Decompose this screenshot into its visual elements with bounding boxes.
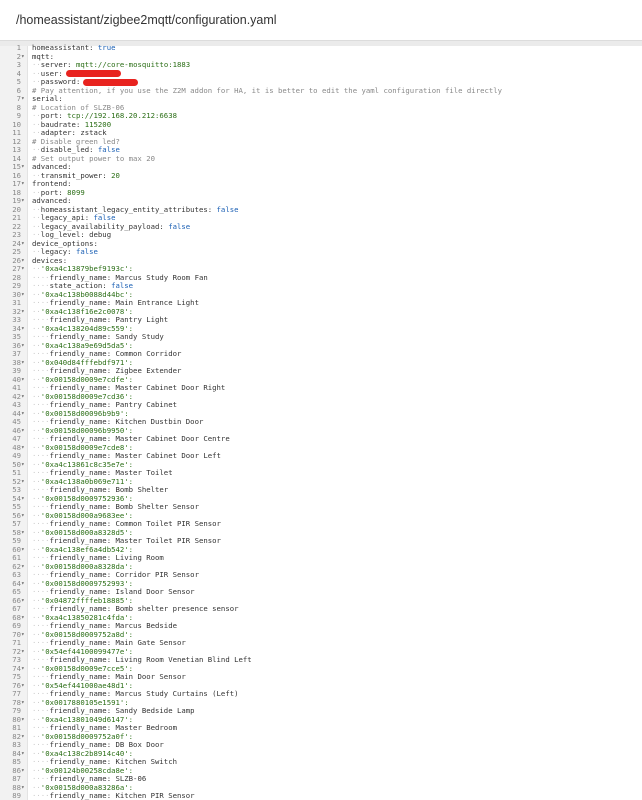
fold-toggle-icon[interactable]: ▾ bbox=[21, 597, 27, 606]
code-text: ····friendly_name: Kitchen PIR Sensor bbox=[32, 791, 195, 800]
fold-toggle-icon[interactable]: ▾ bbox=[21, 342, 27, 351]
fold-toggle-icon[interactable]: ▾ bbox=[21, 257, 27, 266]
fold-toggle-icon[interactable]: ▾ bbox=[21, 716, 27, 725]
code-line[interactable]: 1 homeassistant: true bbox=[0, 43, 642, 53]
fold-toggle-icon[interactable]: ▾ bbox=[21, 665, 27, 674]
fold-toggle-icon[interactable]: ▾ bbox=[21, 359, 27, 368]
line-number: 89 bbox=[12, 791, 21, 800]
code-line[interactable]: 3 ··server: mqtt://core-mosquitto:1883 bbox=[0, 60, 642, 70]
fold-toggle-icon[interactable]: ▾ bbox=[21, 180, 27, 189]
fold-toggle-icon[interactable]: ▾ bbox=[21, 444, 27, 453]
fold-toggle-icon[interactable]: ▾ bbox=[21, 197, 27, 206]
fold-toggle-icon[interactable]: ▾ bbox=[21, 410, 27, 419]
fold-toggle-icon[interactable]: ▾ bbox=[21, 495, 27, 504]
fold-toggle-icon[interactable]: ▾ bbox=[21, 784, 27, 793]
file-path: /homeassistant/zigbee2mqtt/configuration… bbox=[16, 13, 277, 27]
yaml-value: mqtt://core-mosquitto:1883 bbox=[71, 60, 191, 69]
fold-toggle-icon[interactable]: ▾ bbox=[21, 265, 27, 274]
fold-toggle-icon[interactable]: ▾ bbox=[21, 291, 27, 300]
yaml-value: false bbox=[163, 221, 191, 231]
indent-guide: ···· bbox=[32, 791, 50, 800]
redaction-mark bbox=[65, 70, 121, 77]
fold-toggle-icon[interactable]: ▾ bbox=[21, 563, 27, 572]
fold-toggle-icon[interactable]: ▾ bbox=[21, 648, 27, 657]
yaml-value: Kitchen PIR Sensor bbox=[111, 791, 195, 800]
code-line[interactable]: 6 # Pay attention, if you use the Z2M add… bbox=[0, 85, 642, 96]
code-text: # Pay attention, if you use the Z2M addo… bbox=[32, 85, 503, 96]
fold-toggle-icon[interactable]: ▾ bbox=[21, 733, 27, 742]
redaction-mark bbox=[83, 78, 139, 86]
file-path-header: /homeassistant/zigbee2mqtt/configuration… bbox=[0, 0, 642, 41]
code-line[interactable]: 25 ··legacy: false bbox=[0, 247, 642, 257]
yaml-value: false bbox=[212, 204, 239, 214]
fold-toggle-icon[interactable]: ▾ bbox=[21, 546, 27, 555]
fold-toggle-icon[interactable]: ▾ bbox=[21, 53, 27, 62]
fold-toggle-icon[interactable]: ▾ bbox=[21, 308, 27, 317]
yaml-value: true bbox=[93, 43, 116, 52]
yaml-value: Marcus Study Curtains (Left) bbox=[111, 689, 239, 698]
code-line[interactable]: 14 # Set output power to max 20 bbox=[0, 154, 642, 164]
yaml-key: friendly_name: bbox=[49, 791, 112, 800]
code-line[interactable]: 18 ··port: 8099 bbox=[0, 188, 642, 198]
fold-toggle-icon[interactable]: ▾ bbox=[21, 163, 27, 172]
fold-toggle-icon[interactable]: ▾ bbox=[21, 580, 27, 589]
fold-toggle-icon[interactable]: ▾ bbox=[21, 240, 27, 249]
fold-toggle-icon[interactable]: ▾ bbox=[21, 699, 27, 708]
yaml-comment: # Pay attention, if you use the Z2M addo… bbox=[32, 85, 503, 95]
fold-toggle-icon[interactable]: ▾ bbox=[21, 376, 27, 385]
fold-toggle-icon[interactable]: ▾ bbox=[21, 461, 27, 470]
yaml-value: 20 bbox=[106, 170, 120, 180]
fold-toggle-icon[interactable]: ▾ bbox=[21, 682, 27, 691]
code-line[interactable]: 16 ··transmit_power: 20 bbox=[0, 170, 642, 181]
code-line[interactable]: 4 ··user: bbox=[0, 69, 642, 79]
fold-toggle-icon[interactable]: ▾ bbox=[21, 750, 27, 759]
yaml-value: false bbox=[71, 247, 98, 256]
fold-toggle-icon[interactable]: ▾ bbox=[21, 478, 27, 487]
fold-toggle-icon[interactable]: ▾ bbox=[21, 325, 27, 334]
fold-toggle-icon[interactable]: ▾ bbox=[21, 529, 27, 538]
fold-toggle-icon[interactable]: ▾ bbox=[21, 767, 27, 776]
code-line[interactable]: 17 ▾ frontend: bbox=[0, 179, 642, 189]
fold-toggle-icon[interactable]: ▾ bbox=[21, 95, 27, 104]
code-editor[interactable]: 1 homeassistant: true 2 ▾ mqtt: 3 ··server: mq… bbox=[0, 41, 642, 800]
fold-toggle-icon[interactable]: ▾ bbox=[21, 614, 27, 623]
code-line[interactable]: 89 ····friendly_name: Kitchen PIR Sensor bbox=[0, 791, 642, 800]
fold-toggle-icon[interactable]: ▾ bbox=[21, 393, 27, 402]
fold-toggle-icon[interactable]: ▾ bbox=[21, 512, 27, 521]
fold-toggle-icon[interactable]: ▾ bbox=[21, 427, 27, 436]
fold-toggle-icon[interactable]: ▾ bbox=[21, 631, 27, 640]
